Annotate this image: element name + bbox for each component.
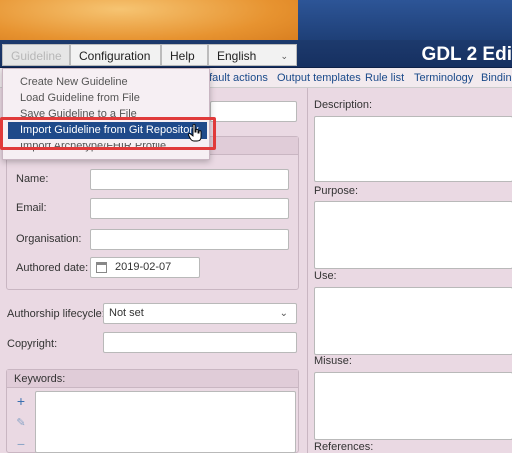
language-select[interactable]: English ⌄ (208, 44, 297, 66)
guideline-menu-button[interactable]: Guideline ⌄ (2, 44, 70, 84)
calendar-icon[interactable] (96, 262, 107, 273)
organisation-label: Organisation: (16, 233, 82, 245)
use-label: Use: (314, 270, 337, 282)
edit-keyword-icon[interactable]: ✎ (12, 415, 30, 431)
hand-cursor-icon (188, 124, 202, 142)
copyright-label: Copyright: (7, 338, 58, 350)
tab-output-templates[interactable]: Output templates (277, 70, 361, 86)
configuration-menu-button[interactable]: Configuration ⌄ (70, 44, 161, 84)
right-column: Description: Purpose: Use: Misuse: Refer… (307, 88, 512, 453)
menu-item-load-from-file[interactable]: Load Guideline from File (20, 92, 140, 104)
authored-date-label: Authored date: (16, 262, 89, 274)
highlight-box (0, 117, 216, 150)
misuse-field[interactable] (314, 372, 512, 440)
menu-item-create-new[interactable]: Create New Guideline (20, 76, 128, 88)
description-field[interactable] (314, 116, 512, 182)
use-field[interactable] (314, 287, 512, 355)
tab-terminology[interactable]: Terminology (414, 70, 473, 86)
language-label: English (217, 49, 257, 63)
chevron-down-icon: ⌄ (279, 308, 288, 319)
help-menu-button[interactable]: Help ⌄ (161, 44, 208, 84)
organisation-field[interactable] (90, 229, 289, 250)
authored-date-field[interactable]: 2019-02-07 (90, 257, 200, 278)
help-menu-label: Help (170, 49, 195, 63)
authorship-lifecycle-value: Not set (109, 307, 144, 319)
references-label: References: (314, 441, 374, 453)
tab-default-actions[interactable]: efault actions (203, 70, 268, 86)
keywords-label: Keywords: (14, 373, 66, 385)
remove-keyword-icon[interactable]: − (12, 436, 30, 452)
keywords-list[interactable] (35, 391, 296, 453)
configuration-menu-label: Configuration (79, 49, 151, 63)
tab-binding[interactable]: Binding (481, 70, 512, 86)
purpose-field[interactable] (314, 201, 512, 269)
authorship-lifecycle-label: Authorship lifecycle: (7, 308, 105, 320)
authorship-lifecycle-select[interactable]: Not set ⌄ (103, 303, 297, 324)
name-field[interactable] (90, 169, 289, 190)
tab-rule-list[interactable]: Rule list (365, 70, 404, 86)
misuse-label: Misuse: (314, 355, 352, 367)
email-label: Email: (16, 202, 47, 214)
guideline-name-field[interactable] (210, 101, 297, 122)
purpose-label: Purpose: (314, 185, 359, 197)
app-title: GDL 2 Edi (421, 44, 512, 65)
chevron-down-icon: ⌄ (280, 51, 288, 61)
authored-date-value: 2019-02-07 (115, 261, 172, 273)
add-keyword-icon[interactable]: + (12, 393, 30, 409)
email-field[interactable] (90, 198, 289, 219)
copyright-field[interactable] (103, 332, 297, 353)
guideline-menu-label: Guideline (11, 49, 62, 63)
description-label: Description: (314, 99, 373, 111)
name-label: Name: (16, 173, 49, 185)
